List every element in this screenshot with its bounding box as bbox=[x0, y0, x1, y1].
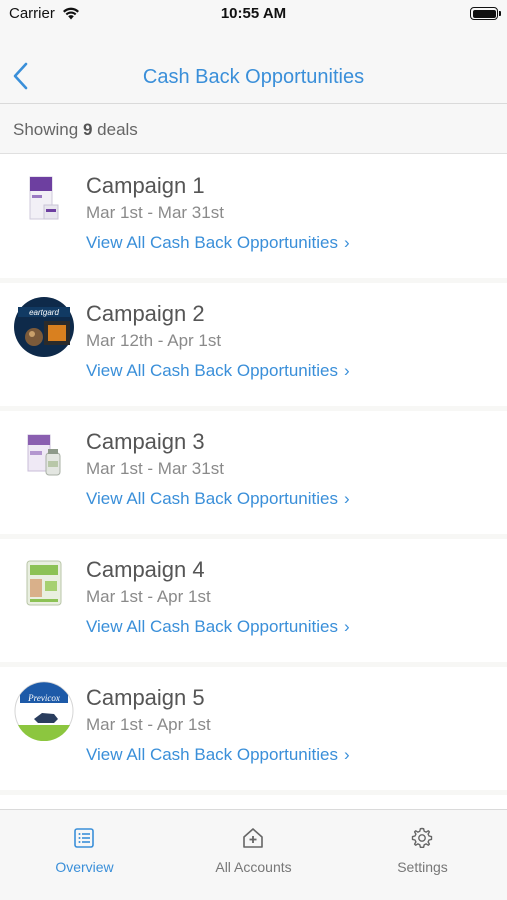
previcox-logo-image: Previcox bbox=[14, 681, 74, 741]
link-label: View All Cash Back Opportunities bbox=[86, 617, 338, 636]
campaign-dates: Mar 1st - Mar 31st bbox=[86, 203, 224, 222]
tab-label: Overview bbox=[55, 859, 114, 875]
campaign-name: Campaign 1 bbox=[86, 173, 205, 198]
deal-count-number: 9 bbox=[82, 120, 93, 139]
campaign-dates: Mar 1st - Apr 1st bbox=[86, 715, 211, 734]
tab-settings[interactable]: Settings bbox=[338, 810, 507, 900]
chevron-right-icon: › bbox=[343, 489, 350, 508]
chevron-right-icon: › bbox=[343, 745, 350, 764]
link-label: View All Cash Back Opportunities bbox=[86, 745, 338, 764]
navigation-bar: Cash Back Opportunities bbox=[0, 30, 507, 104]
deal-count-bar: Showing 9 deals bbox=[0, 104, 507, 154]
tab-overview[interactable]: Overview bbox=[0, 810, 169, 900]
deal-count-prefix: Showing bbox=[13, 120, 79, 139]
deal-count: Showing 9 deals bbox=[13, 120, 138, 140]
battery-icon bbox=[470, 7, 501, 20]
campaign-list: Campaign 1 Mar 1st - Mar 31st View All C… bbox=[0, 155, 507, 809]
campaign-name: Campaign 4 bbox=[86, 557, 205, 582]
view-all-cash-back-link[interactable]: View All Cash Back Opportunities › bbox=[86, 745, 350, 765]
chevron-right-icon: › bbox=[343, 361, 350, 380]
status-time: 10:55 AM bbox=[220, 5, 287, 22]
link-label: View All Cash Back Opportunities bbox=[86, 233, 338, 252]
campaign-card[interactable]: Previcox Campaign 5 Mar 1st - Apr 1st Vi… bbox=[0, 667, 507, 795]
list-icon bbox=[74, 828, 94, 848]
campaign-dates: Mar 1st - Apr 1st bbox=[86, 587, 211, 606]
gear-icon bbox=[411, 827, 433, 848]
tab-all-accounts[interactable]: All Accounts bbox=[169, 810, 338, 900]
chevron-right-icon: › bbox=[343, 617, 350, 636]
campaign-card[interactable]: eartgard Campaign 2 Mar 12th - Apr 1st V… bbox=[0, 283, 507, 411]
campaign-card[interactable]: Campaign 1 Mar 1st - Mar 31st View All C… bbox=[0, 155, 507, 283]
campaign-dates: Mar 1st - Mar 31st bbox=[86, 459, 224, 478]
campaign-name: Campaign 2 bbox=[86, 301, 205, 326]
campaign-card[interactable]: Campaign 3 Mar 1st - Mar 31st View All C… bbox=[0, 411, 507, 539]
status-bar: Carrier 10:55 AM bbox=[0, 0, 507, 30]
chevron-right-icon: › bbox=[343, 233, 350, 252]
svg-text:Previcox: Previcox bbox=[27, 693, 60, 703]
tab-label: Settings bbox=[397, 859, 448, 875]
view-all-cash-back-link[interactable]: View All Cash Back Opportunities › bbox=[86, 489, 350, 509]
product-box-image bbox=[29, 176, 59, 220]
link-label: View All Cash Back Opportunities bbox=[86, 361, 338, 380]
heartgard-logo-image: eartgard bbox=[14, 297, 74, 357]
page-title: Cash Back Opportunities bbox=[142, 66, 365, 88]
product-box-image bbox=[26, 560, 62, 606]
view-all-cash-back-link[interactable]: View All Cash Back Opportunities › bbox=[86, 361, 350, 381]
deal-count-suffix: deals bbox=[97, 120, 138, 139]
view-all-cash-back-link[interactable]: View All Cash Back Opportunities › bbox=[86, 617, 350, 637]
campaign-name: Campaign 3 bbox=[86, 429, 205, 454]
house-plus-icon bbox=[243, 828, 263, 848]
link-label: View All Cash Back Opportunities bbox=[86, 489, 338, 508]
view-all-cash-back-link[interactable]: View All Cash Back Opportunities › bbox=[86, 233, 350, 253]
campaign-name: Campaign 5 bbox=[86, 685, 205, 710]
tab-bar: Overview All Accounts Settings bbox=[0, 809, 507, 900]
svg-text:eartgard: eartgard bbox=[29, 308, 59, 317]
campaign-card[interactable]: Campaign 4 Mar 1st - Apr 1st View All Ca… bbox=[0, 539, 507, 667]
campaign-dates: Mar 12th - Apr 1st bbox=[86, 331, 222, 350]
tab-label: All Accounts bbox=[215, 859, 292, 875]
product-box-image bbox=[27, 434, 61, 476]
